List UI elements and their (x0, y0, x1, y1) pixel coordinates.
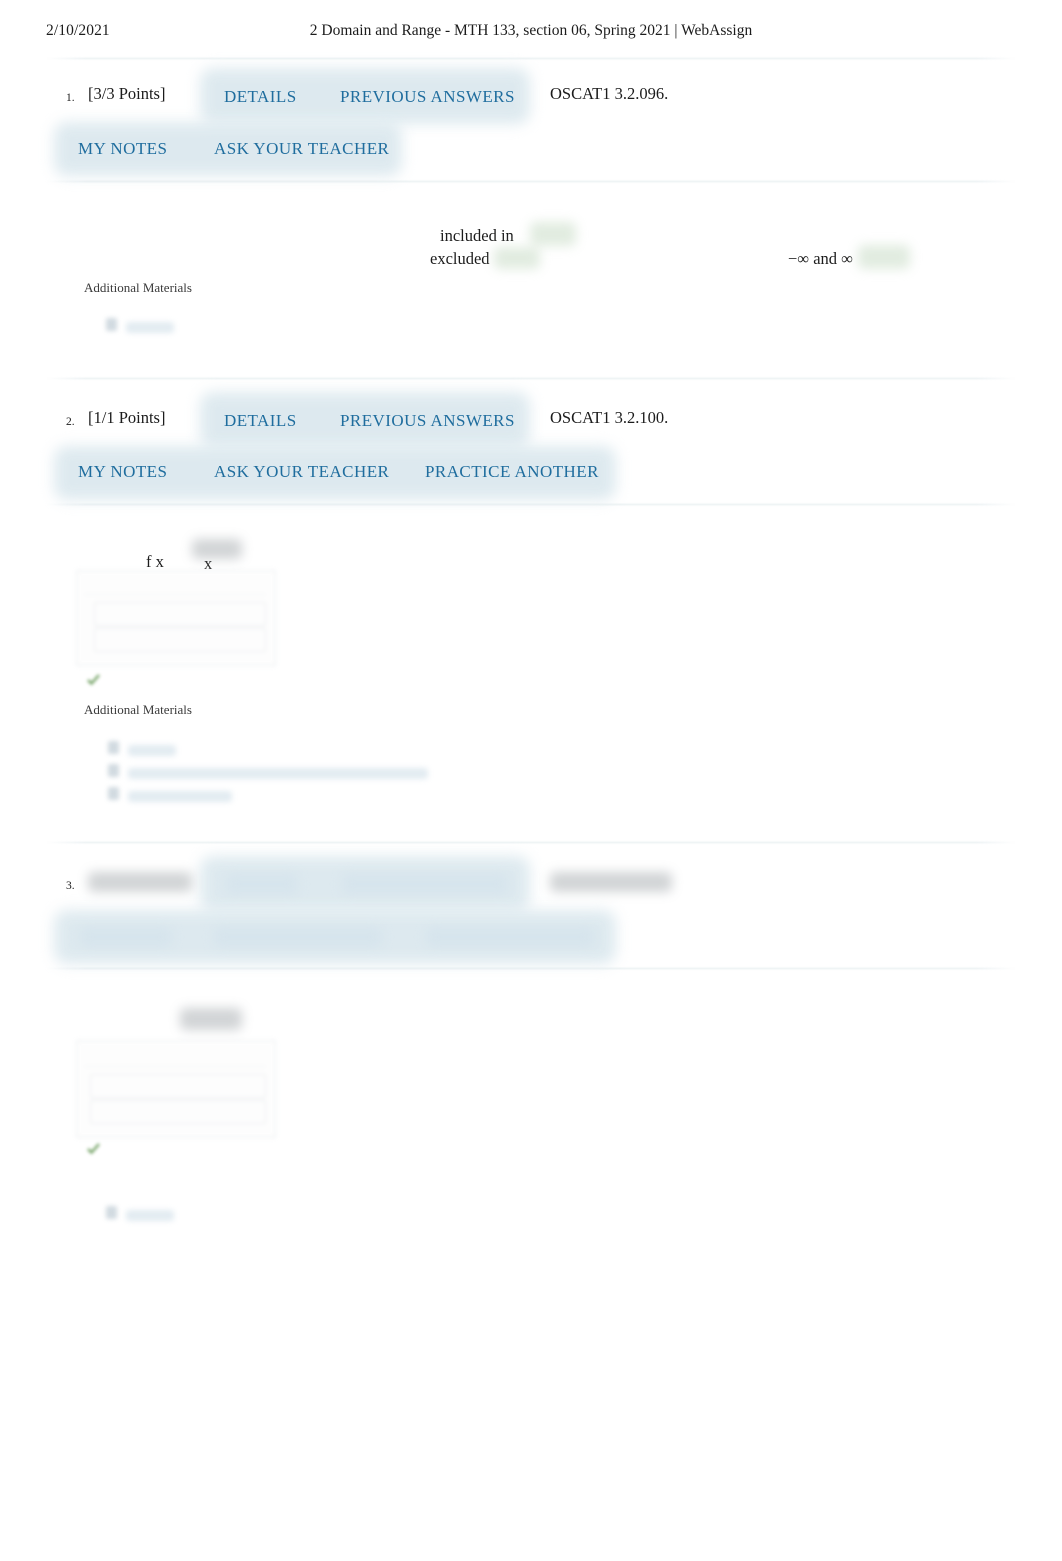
problem-3-material-link[interactable] (126, 1210, 174, 1221)
problem-1-my-notes-button[interactable]: MY NOTES (78, 140, 167, 157)
problem-1-details-button[interactable]: DETAILS (224, 88, 297, 105)
problem-1-body-text-3: −∞ and ∞ (788, 249, 853, 268)
problem-3-expression-smudge (180, 1008, 242, 1030)
page-header: 2/10/2021 2 Domain and Range - MTH 133, … (0, 22, 1062, 46)
problem-1-question-code: OSCAT1 3.2.096. (550, 84, 669, 103)
problem-3-points (88, 872, 192, 892)
problem-2-material-icon-2 (108, 764, 119, 777)
problem-2-material-link-2[interactable] (128, 768, 428, 779)
problem-1-answer-field-2[interactable] (494, 247, 540, 269)
problem-1-material-icon (106, 318, 117, 331)
problem-2-bottom-rule (46, 504, 1016, 505)
problem-2-ask-your-teacher-button[interactable]: ASK YOUR TEACHER (214, 463, 389, 480)
problem-2-material-link-1[interactable] (128, 745, 176, 756)
problem-2-number: 2. (66, 416, 75, 428)
problem-3-material-icon (106, 1206, 117, 1219)
problem-3-my-notes-button[interactable] (80, 927, 172, 947)
problem-1-bottom-rule (46, 181, 1016, 182)
header-title: 2 Domain and Range - MTH 133, section 06… (309, 22, 753, 39)
problem-1-ask-your-teacher-button[interactable]: ASK YOUR TEACHER (214, 140, 389, 157)
problem-3-practice-another-button[interactable] (426, 927, 594, 947)
problem-2-correct-check-icon (87, 673, 100, 686)
problem-1-top-rule (46, 58, 1016, 59)
problem-3-question-code (550, 872, 672, 892)
problem-2-material-icon-3 (108, 787, 119, 800)
problem-2-material-icon-1 (108, 741, 119, 754)
problem-2-previous-answers-button[interactable]: PREVIOUS ANSWERS (340, 412, 515, 429)
problem-1-material-link[interactable] (126, 322, 174, 333)
problem-2-details-button[interactable]: DETAILS (224, 412, 297, 429)
problem-3-number: 3. (66, 880, 75, 892)
problem-1-answer-field-1[interactable] (530, 222, 576, 246)
problem-3-details-button[interactable] (226, 874, 298, 894)
problem-1-body-text-1: included in (440, 226, 514, 245)
problem-3-correct-check-icon (87, 1142, 100, 1155)
problem-3-answer-panel[interactable] (76, 1040, 288, 1138)
problem-1-answer-field-3[interactable] (858, 245, 910, 269)
problem-2-material-link-3[interactable] (128, 791, 232, 802)
problem-3-bottom-rule (46, 968, 1016, 969)
problem-3-top-rule (46, 842, 1016, 843)
problem-3-previous-answers-button[interactable] (342, 874, 508, 894)
problem-2-my-notes-button[interactable]: MY NOTES (78, 463, 167, 480)
problem-1-number: 1. (66, 92, 75, 104)
problem-2-question-code: OSCAT1 3.2.100. (550, 408, 669, 427)
problem-2-answer-panel[interactable] (76, 570, 286, 666)
problem-2-additional-materials-label: Additional Materials (84, 702, 192, 717)
problem-2-top-rule (46, 378, 1016, 379)
problem-1-body-text-2: excluded (430, 249, 490, 268)
problem-3-ask-your-teacher-button[interactable] (214, 927, 382, 947)
problem-2-function-label: f x (146, 552, 164, 571)
problem-2-points: [1/1 Points] (88, 408, 166, 427)
problem-1-previous-answers-button[interactable]: PREVIOUS ANSWERS (340, 88, 515, 105)
problem-1-additional-materials-label: Additional Materials (84, 280, 192, 295)
problem-2-practice-another-button[interactable]: PRACTICE ANOTHER (425, 463, 599, 480)
problem-2-expression-smudge (192, 539, 242, 559)
problem-1-points: [3/3 Points] (88, 84, 166, 103)
